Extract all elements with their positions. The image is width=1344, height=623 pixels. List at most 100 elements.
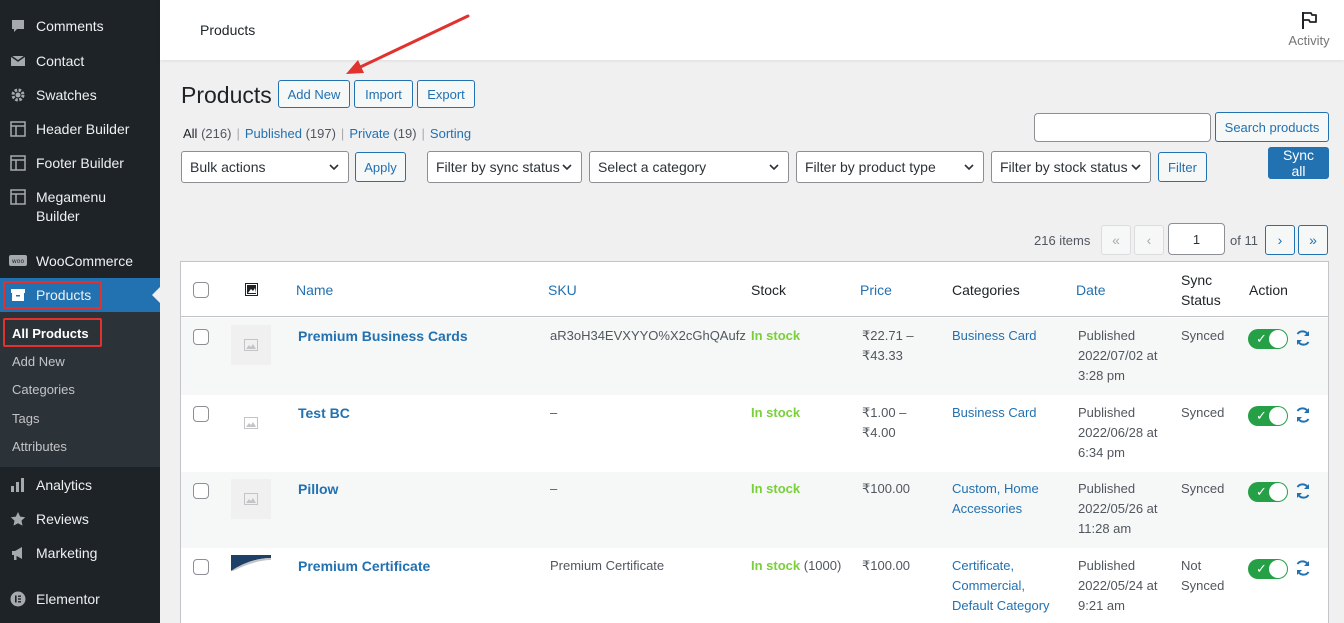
category-filter[interactable]: Select a category (589, 151, 789, 183)
current-page-input[interactable]: 1 (1168, 223, 1225, 255)
product-type-filter[interactable]: Filter by product type (796, 151, 984, 183)
mail-icon (9, 52, 27, 70)
table-row: Pillow – In stock ₹100.00 Custom, Home A… (181, 472, 1328, 548)
first-page-button[interactable]: « (1101, 225, 1131, 255)
add-new-button[interactable]: Add New (278, 80, 350, 108)
menu-reviews[interactable]: Reviews (0, 510, 160, 529)
category-link[interactable]: Default Category (952, 596, 1050, 616)
submenu-tags[interactable]: Tags (12, 411, 39, 426)
row-checkbox[interactable] (193, 406, 209, 422)
menu-footer-builder[interactable]: Footer Builder (0, 154, 160, 173)
status-private-link[interactable]: Private (349, 126, 389, 141)
product-name-link[interactable]: Premium Business Cards (298, 326, 468, 346)
select-value: Filter by product type (805, 159, 936, 175)
refresh-icon[interactable] (1294, 559, 1312, 577)
apply-button[interactable]: Apply (355, 152, 406, 182)
menu-analytics[interactable]: Analytics (0, 476, 160, 495)
stock-status-filter[interactable]: Filter by stock status (991, 151, 1151, 183)
menu-elementor[interactable]: Elementor (0, 590, 160, 609)
price-line1: ₹1.00 – (862, 405, 907, 420)
select-value: Select a category (598, 159, 707, 175)
date-status: Published (1078, 405, 1136, 420)
sync-status-filter[interactable]: Filter by sync status (427, 151, 582, 183)
category-link[interactable]: Commercial, (952, 576, 1025, 596)
products-table: Name SKU Stock Price Categories Date Syn… (180, 261, 1329, 623)
category-link[interactable]: Business Card (952, 326, 1037, 346)
refresh-icon[interactable] (1294, 406, 1312, 424)
search-products-input[interactable] (1034, 113, 1211, 142)
stock-status: In stock (751, 326, 800, 346)
menu-megamenu-builder[interactable]: Megamenu Builder (0, 188, 160, 226)
menu-woocommerce[interactable]: woo WooCommerce (0, 252, 160, 271)
check-icon: ✓ (1256, 331, 1267, 346)
flag-icon (1302, 12, 1317, 29)
product-thumbnail[interactable] (231, 479, 271, 519)
table-row: Test BC – In stock ₹1.00 – ₹4.00 Busines… (181, 395, 1328, 472)
menu-label: Header Builder (36, 121, 130, 137)
product-name-link[interactable]: Test BC (298, 403, 350, 423)
column-sku[interactable]: SKU (548, 282, 577, 298)
product-thumbnail[interactable] (231, 325, 271, 365)
svg-text:woo: woo (12, 258, 25, 265)
woo-icon: woo (9, 252, 27, 270)
row-checkbox[interactable] (193, 559, 209, 575)
import-button[interactable]: Import (354, 80, 413, 108)
menu-swatches[interactable]: Swatches (0, 86, 160, 105)
filter-button[interactable]: Filter (1158, 152, 1207, 182)
page-title: Products (181, 82, 272, 108)
submenu-categories[interactable]: Categories (12, 382, 75, 397)
submenu-attributes[interactable]: Attributes (12, 439, 67, 454)
status-all-link[interactable]: All (183, 126, 197, 141)
column-price[interactable]: Price (860, 282, 892, 298)
search-products-button[interactable]: Search products (1215, 112, 1329, 142)
status-published-link[interactable]: Published (245, 126, 302, 141)
sync-toggle[interactable]: ✓ (1248, 406, 1288, 426)
product-sku: – (550, 481, 558, 496)
refresh-icon[interactable] (1294, 329, 1312, 347)
export-button[interactable]: Export (417, 80, 475, 108)
sync-all-button[interactable]: Sync all (1268, 147, 1329, 179)
menu-header-builder[interactable]: Header Builder (0, 120, 160, 139)
next-page-button[interactable]: › (1265, 225, 1295, 255)
product-name-link[interactable]: Pillow (298, 479, 338, 499)
select-all-checkbox[interactable] (193, 282, 209, 298)
menu-contact[interactable]: Contact (0, 52, 160, 71)
sync-status: Synced (1181, 405, 1225, 420)
price-line1: ₹100.00 (862, 481, 911, 496)
sync-toggle[interactable]: ✓ (1248, 559, 1288, 579)
in-stock-label: In stock (751, 405, 801, 420)
submenu-add-new[interactable]: Add New (12, 354, 65, 369)
product-thumbnail[interactable] (231, 555, 271, 571)
category-link[interactable]: Certificate, (952, 556, 1014, 576)
row-checkbox[interactable] (193, 483, 209, 499)
column-name[interactable]: Name (296, 282, 333, 298)
prev-page-button[interactable]: ‹ (1134, 225, 1164, 255)
status-sorting-link[interactable]: Sorting (430, 126, 471, 141)
product-thumbnail[interactable] (231, 403, 271, 443)
sync-toggle[interactable]: ✓ (1248, 482, 1288, 502)
category-link[interactable]: Accessories (952, 499, 1022, 519)
separator: | (236, 126, 240, 141)
category-link[interactable]: Business Card (952, 403, 1037, 423)
chart-bars-icon (9, 476, 27, 494)
bulk-actions-select[interactable]: Bulk actions (181, 151, 349, 183)
sync-status: Synced (1181, 328, 1225, 343)
image-placeholder-icon (244, 493, 258, 505)
check-icon: ✓ (1256, 561, 1267, 576)
price-line2: ₹4.00 (862, 425, 896, 440)
row-checkbox[interactable] (193, 329, 209, 345)
column-date[interactable]: Date (1076, 282, 1106, 298)
sync-toggle[interactable]: ✓ (1248, 329, 1288, 349)
refresh-icon[interactable] (1294, 482, 1312, 500)
gear-icon (9, 86, 27, 104)
category-link[interactable]: Custom, Home (952, 479, 1039, 499)
image-placeholder-icon (244, 339, 258, 351)
menu-marketing[interactable]: Marketing (0, 544, 160, 563)
last-page-button[interactable]: » (1298, 225, 1328, 255)
menu-comments[interactable]: Comments (0, 17, 160, 36)
menu-label: Marketing (36, 545, 98, 561)
image-placeholder-icon (244, 417, 258, 429)
product-name-link[interactable]: Premium Certificate (298, 556, 430, 576)
activity-button[interactable]: Activity (1274, 10, 1344, 48)
column-stock: Stock (751, 282, 787, 298)
